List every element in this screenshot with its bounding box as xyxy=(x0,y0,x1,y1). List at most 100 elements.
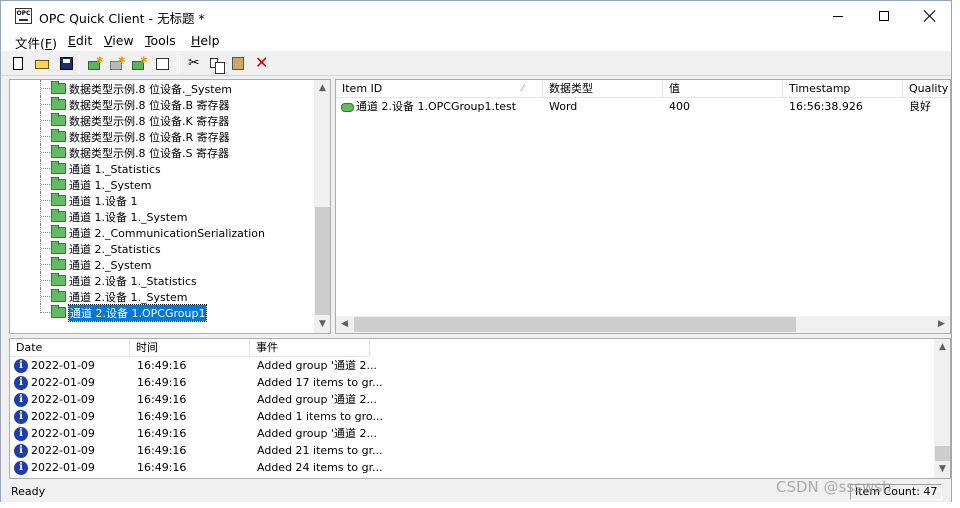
menu-edit[interactable]: Edit xyxy=(68,33,92,48)
tree-vertical-scrollbar[interactable]: ▲ ▼ xyxy=(314,80,330,333)
column-header-time[interactable]: 时间 xyxy=(130,339,250,357)
tree-item[interactable]: 数据类型示例.8 位设备._System xyxy=(10,80,314,96)
paste-button[interactable] xyxy=(230,55,248,73)
group-folder-icon xyxy=(51,193,66,206)
tree-item-label: 通道 2.设备 1._System xyxy=(69,291,188,304)
scroll-right-icon[interactable]: ▶ xyxy=(933,316,950,333)
tree-connector xyxy=(41,216,50,217)
scroll-up-icon[interactable]: ▲ xyxy=(934,339,950,356)
toolbar-separator xyxy=(177,55,178,73)
tree-item[interactable]: 数据类型示例.8 位设备.S 寄存器 xyxy=(10,144,314,160)
new-group-button[interactable]: ✱ xyxy=(109,55,127,73)
scroll-up-icon[interactable]: ▲ xyxy=(314,80,330,97)
properties-icon xyxy=(156,58,169,70)
log-event-cell: Added 1 items to gro... xyxy=(257,410,383,423)
menu-bar: 文件(F) Edit View Tools Help xyxy=(1,31,951,51)
log-row[interactable]: i 2022-01-09 16:49:16 Added 24 items to gr.… xyxy=(10,460,934,477)
scroll-thumb[interactable] xyxy=(315,207,330,315)
cut-button[interactable]: ✂ xyxy=(184,55,202,73)
tree-item-label: 通道 1.设备 1._System xyxy=(69,211,188,224)
group-folder-icon xyxy=(51,161,66,174)
tree-item[interactable]: 通道 2._CommunicationSerialization xyxy=(10,224,314,240)
tree-connector xyxy=(41,168,50,169)
tree-item-label: 通道 2.设备 1.OPCGroup1 xyxy=(67,304,208,322)
log-event-cell: Added group '通道 2... xyxy=(257,427,377,440)
close-button[interactable] xyxy=(907,1,953,31)
log-time-cell: 16:49:16 xyxy=(137,376,187,389)
column-header-item-id[interactable]: Item ID ⁄ xyxy=(336,80,543,98)
new-file-button[interactable] xyxy=(9,55,27,73)
save-button[interactable] xyxy=(57,55,75,73)
minimize-button[interactable] xyxy=(815,1,861,31)
tree-item[interactable]: 通道 1._Statistics xyxy=(10,160,314,176)
tree-item-label: 通道 1._Statistics xyxy=(69,163,161,176)
scroll-left-icon[interactable]: ◀ xyxy=(336,316,353,333)
new-item-button[interactable]: ✱ xyxy=(131,55,149,73)
item-id-cell: 通道 2.设备 1.OPCGroup1.test xyxy=(356,100,517,113)
tree-item[interactable]: 通道 2._Statistics xyxy=(10,240,314,256)
menu-file[interactable]: 文件(F) xyxy=(15,33,57,52)
properties-button[interactable] xyxy=(154,55,172,73)
tree-item-label: 通道 2._Statistics xyxy=(69,243,161,256)
log-time-cell: 16:49:16 xyxy=(137,393,187,406)
log-row[interactable]: i 2022-01-09 16:49:16 Added 17 items to gr.… xyxy=(10,375,934,392)
tree-connector xyxy=(41,184,50,185)
menu-help[interactable]: Help xyxy=(191,33,220,48)
log-date-cell: 2022-01-09 xyxy=(31,410,95,423)
tree-item[interactable]: 通道 1.设备 1._System xyxy=(10,208,314,224)
log-date-cell: 2022-01-09 xyxy=(31,376,95,389)
copy-button[interactable] xyxy=(207,55,225,74)
column-header-event[interactable]: 事件 xyxy=(250,339,370,357)
maximize-button[interactable] xyxy=(861,1,907,31)
tree-item-label: 数据类型示例.8 位设备.R 寄存器 xyxy=(69,131,230,144)
column-header-data-type[interactable]: 数据类型 xyxy=(543,80,663,98)
tree-item-label: 数据类型示例.8 位设备.S 寄存器 xyxy=(69,147,229,160)
scroll-thumb[interactable] xyxy=(354,317,796,332)
maximize-icon xyxy=(879,11,889,21)
scroll-down-icon[interactable]: ▼ xyxy=(314,316,330,333)
log-time-cell: 16:49:16 xyxy=(137,359,187,372)
log-row[interactable]: i 2022-01-09 16:49:16 Added 1 items to gro.… xyxy=(10,409,934,426)
log-date-cell: 2022-01-09 xyxy=(31,461,95,474)
watermark: CSDN @ssswsh xyxy=(776,478,892,496)
scroll-down-icon[interactable]: ▼ xyxy=(934,461,950,478)
tree-item[interactable]: 通道 1.设备 1 xyxy=(10,192,314,208)
group-folder-icon xyxy=(51,273,66,286)
log-row[interactable]: i 2022-01-09 16:49:16 Added group '通道 2... xyxy=(10,358,934,375)
log-time-cell: 16:49:16 xyxy=(137,444,187,457)
column-header-quality[interactable]: Quality xyxy=(903,80,950,98)
server-tree[interactable]: 数据类型示例.8 位设备._System 数据类型示例.8 位设备.B 寄存器 数据… xyxy=(9,79,331,334)
tree-item[interactable]: 通道 1._System xyxy=(10,176,314,192)
log-vertical-scrollbar[interactable]: ▲ ▼ xyxy=(934,339,950,478)
tree-item[interactable]: 通道 2.设备 1._Statistics xyxy=(10,272,314,288)
column-header-date[interactable]: Date xyxy=(10,339,130,357)
group-folder-icon xyxy=(51,97,66,110)
log-row[interactable]: i 2022-01-09 16:49:16 Added 21 items to gr.… xyxy=(10,443,934,460)
tree-item[interactable]: 数据类型示例.8 位设备.B 寄存器 xyxy=(10,96,314,112)
tree-item[interactable]: 通道 2.设备 1.OPCGroup1 xyxy=(10,304,314,322)
new-server-button[interactable]: ✱ xyxy=(87,55,105,73)
menu-view[interactable]: View xyxy=(104,33,134,48)
tree-item[interactable]: 通道 2.设备 1._System xyxy=(10,288,314,304)
tree-item[interactable]: 数据类型示例.8 位设备.R 寄存器 xyxy=(10,128,314,144)
toolbar: ✱ ✱ ✱ ✂ ✕ xyxy=(1,52,951,76)
delete-button[interactable]: ✕ xyxy=(253,53,271,73)
open-button[interactable] xyxy=(33,55,51,73)
info-icon: i xyxy=(14,359,28,373)
column-header-value[interactable]: 值 xyxy=(663,80,783,98)
log-row[interactable]: i 2022-01-09 16:49:16 Added group '通道 2... xyxy=(10,426,934,443)
tree-item[interactable]: 数据类型示例.8 位设备.K 寄存器 xyxy=(10,112,314,128)
log-time-cell: 16:49:16 xyxy=(137,410,187,423)
tree-item-label: 通道 2._System xyxy=(69,259,152,272)
tree-item[interactable]: 通道 2._System xyxy=(10,256,314,272)
scroll-thumb[interactable] xyxy=(935,446,950,461)
menu-tools[interactable]: Tools xyxy=(145,33,176,48)
items-horizontal-scrollbar[interactable]: ◀ ▶ xyxy=(336,316,950,333)
column-header-timestamp[interactable]: Timestamp xyxy=(783,80,903,98)
group-folder-icon xyxy=(51,177,66,190)
app-window: OPC OPC Quick Client - 无标题 * 文件(F) Edit … xyxy=(0,0,952,502)
log-row[interactable]: i 2022-01-09 16:49:16 Added group '通道 2... xyxy=(10,392,934,409)
tree-connector xyxy=(41,120,50,121)
event-log[interactable]: Date 时间 事件 i 2022-01-09 16:49:16 Added grou… xyxy=(9,338,951,479)
item-list[interactable]: Item ID ⁄ 数据类型 值 Timestamp Quality 通道 2.设… xyxy=(335,79,951,334)
